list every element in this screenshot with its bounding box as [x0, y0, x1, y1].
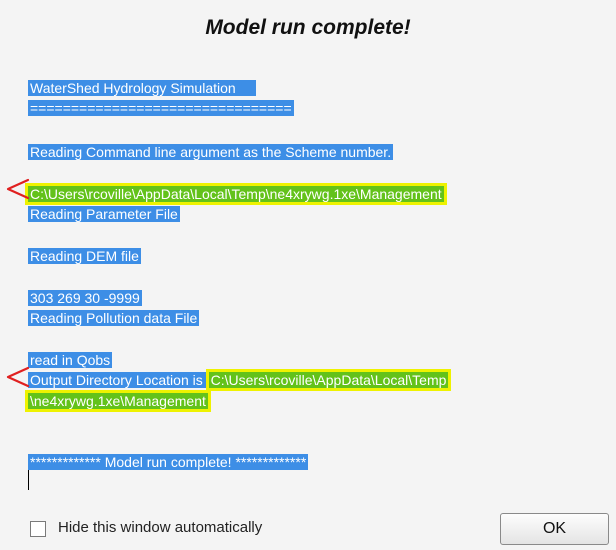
highlighted-path: C:\Users\rcoville\AppData\Local\Temp\ne4… — [28, 186, 444, 202]
dialog-title: Model run complete! — [205, 16, 411, 39]
log-line: WaterShed Hydrology Simulation — [28, 78, 256, 99]
log-line: \ne4xrywg.1xe\Management — [28, 391, 208, 412]
log-text: 303 269 30 -9999 — [28, 290, 142, 306]
red-arrow-marker-icon — [6, 178, 30, 200]
log-line: ************* Model run complete! ******… — [28, 452, 309, 473]
log-line: Output Directory Location is C:\Users\rc… — [28, 370, 449, 391]
log-line: 303 269 30 -9999 — [28, 288, 142, 309]
text-cursor — [28, 470, 29, 490]
log-line: Reading DEM file — [28, 246, 141, 267]
log-line: Reading Pollution data File — [28, 308, 200, 329]
highlighted-path: C:\Users\rcoville\AppData\Local\Temp — [208, 372, 449, 388]
output-log[interactable]: WaterShed Hydrology Simulation =========… — [28, 78, 603, 498]
log-line: C:\Users\rcoville\AppData\Local\Temp\ne4… — [28, 184, 444, 205]
ok-button[interactable]: OK — [500, 513, 609, 545]
ok-button-label: OK — [542, 520, 567, 537]
red-arrow-marker-icon — [6, 366, 30, 388]
log-text: Reading DEM file — [28, 248, 141, 264]
highlighted-path: \ne4xrywg.1xe\Management — [28, 393, 208, 409]
hide-window-checkbox[interactable] — [30, 521, 46, 537]
log-text: ************* Model run complete! ******… — [28, 454, 309, 470]
log-line: ================================ — [28, 98, 294, 119]
hide-window-label: Hide this window automatically — [58, 519, 263, 536]
log-text: Reading Parameter File — [28, 206, 180, 222]
log-text: read in Qobs — [28, 352, 113, 368]
log-text: WaterShed Hydrology Simulation — [28, 80, 256, 96]
log-text: Output Directory Location is — [28, 372, 209, 388]
log-text: ================================ — [28, 100, 294, 116]
log-line: Reading Parameter File — [28, 204, 180, 225]
log-line: Reading Command line argument as the Sch… — [28, 142, 394, 163]
log-line: read in Qobs — [28, 350, 113, 371]
log-text: Reading Pollution data File — [28, 310, 200, 326]
log-text: Reading Command line argument as the Sch… — [28, 144, 394, 160]
model-run-dialog: Model run complete! WaterShed Hydrology … — [0, 0, 616, 550]
